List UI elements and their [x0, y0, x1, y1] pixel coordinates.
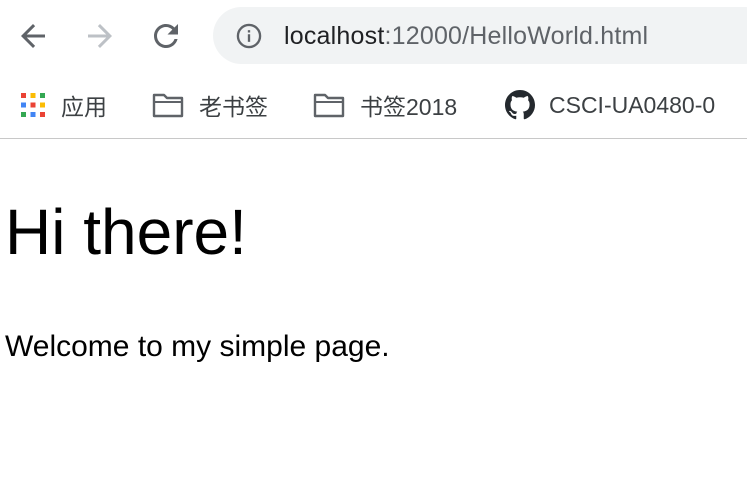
bookmarks-bar: 应用 老书签 书签2018 CSCI-UA0480-0 — [0, 76, 747, 138]
browser-chrome: localhost:12000/HelloWorld.html 应用 老书签 书… — [0, 0, 747, 139]
url-text[interactable]: localhost:12000/HelloWorld.html — [284, 21, 648, 51]
bookmark-label: 应用 — [61, 94, 107, 120]
bookmark-label: CSCI-UA0480-0 — [549, 91, 716, 118]
bookmark-github[interactable]: CSCI-UA0480-0 — [505, 88, 715, 122]
site-info-icon[interactable] — [235, 22, 263, 50]
back-arrow-icon — [21, 24, 45, 48]
browser-toolbar: localhost:12000/HelloWorld.html — [0, 0, 747, 76]
address-bar[interactable]: localhost:12000/HelloWorld.html — [213, 7, 747, 64]
bookmark-label: 老书签 — [199, 94, 268, 120]
folder-icon — [312, 91, 346, 119]
forward-button[interactable] — [80, 16, 120, 56]
bookmark-apps[interactable]: 应用 — [19, 88, 107, 122]
bookmark-folder-old[interactable]: 老书签 — [151, 88, 268, 122]
bookmark-label: 书签2018 — [360, 94, 458, 120]
forward-arrow-icon — [88, 24, 112, 48]
github-icon — [505, 90, 535, 120]
reload-icon — [154, 23, 178, 48]
folder-icon — [151, 91, 185, 119]
reload-button[interactable] — [146, 16, 186, 56]
url-host: localhost — [284, 22, 385, 50]
page-paragraph: Welcome to my simple page. — [5, 330, 390, 363]
back-button[interactable] — [13, 16, 53, 56]
url-path: :12000/HelloWorld.html — [384, 22, 649, 50]
page-heading: Hi there! — [5, 196, 247, 268]
apps-grid-icon — [19, 91, 47, 119]
bookmark-folder-2018[interactable]: 书签2018 — [312, 88, 457, 122]
page-content: Hi there! Welcome to my simple page. — [0, 139, 747, 502]
